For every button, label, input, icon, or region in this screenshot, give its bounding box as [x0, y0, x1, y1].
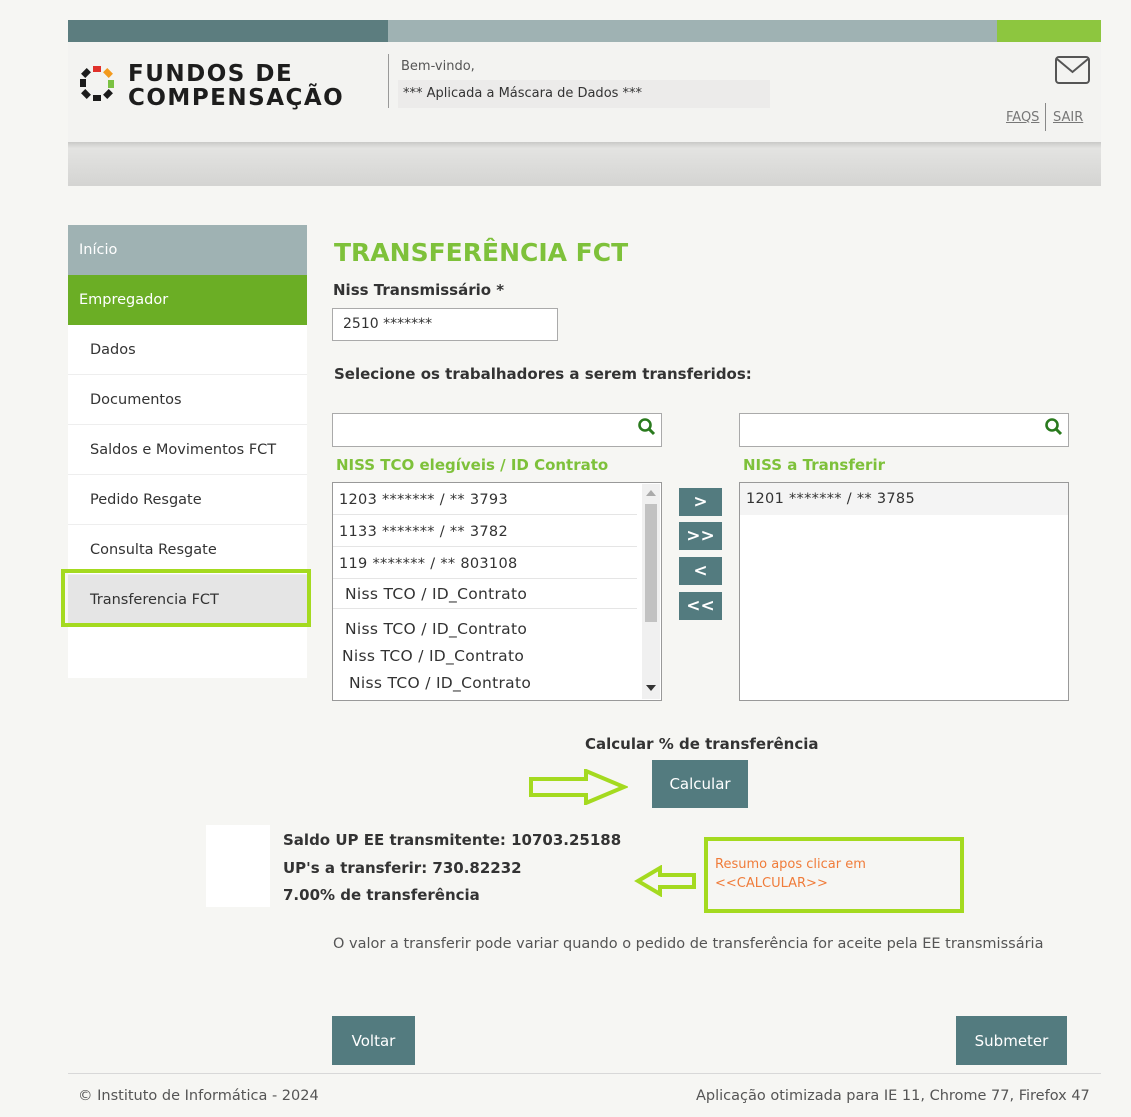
sidebar-item-consulta-resgate[interactable]: Consulta Resgate: [68, 525, 307, 575]
search-input-transfer[interactable]: [739, 413, 1069, 447]
saldo-text: Saldo UP EE transmitente: 10703.25188: [283, 831, 622, 849]
logo-text: FUNDOS DE COMPENSAÇÃO: [128, 62, 344, 110]
list-item[interactable]: Niss TCO / ID_Contrato: [333, 614, 637, 644]
sidebar-item-label: Saldos e Movimentos FCT: [90, 441, 277, 458]
ups-text: UP's a transferir: 730.82232: [283, 859, 522, 877]
sidebar-item-label: Pedido Resgate: [90, 491, 202, 508]
sidebar-fill: [68, 623, 307, 678]
list-item[interactable]: 119 ******* / ** 803108: [333, 549, 637, 579]
annotation-text: Resumo apos clicar em <<CALCULAR>>: [715, 855, 866, 893]
move-all-right-button[interactable]: >>: [679, 522, 722, 550]
header-link-separator: [1045, 103, 1046, 131]
header-band: [68, 142, 1101, 186]
sidebar-item-label: Documentos: [90, 391, 182, 408]
top-color-bar: [68, 20, 1101, 42]
back-button[interactable]: Voltar: [332, 1016, 415, 1065]
list-item[interactable]: Niss TCO / ID_Contrato: [333, 668, 637, 698]
annotation-line1: Resumo apos clicar em: [715, 857, 866, 872]
sidebar-item-label: Consulta Resgate: [90, 541, 217, 558]
list-item[interactable]: Niss TCO / ID_Contrato: [333, 579, 637, 609]
list-scrollbar[interactable]: [642, 484, 660, 699]
calculate-label: Calcular % de transferência: [585, 735, 819, 753]
footer-divider: [68, 1073, 1101, 1074]
logo-line1: FUNDOS DE: [128, 61, 294, 87]
select-workers-label: Selecione os trabalhadores a serem trans…: [334, 365, 752, 383]
search-input-eligible[interactable]: [332, 413, 662, 447]
calculate-button[interactable]: Calcular: [652, 760, 748, 808]
sidebar-item-saldos[interactable]: Saldos e Movimentos FCT: [68, 425, 307, 475]
list-item[interactable]: 1133 ******* / ** 3782: [333, 517, 637, 547]
welcome-text: Bem-vindo,: [401, 59, 475, 74]
copyright-text: © Instituto de Informática - 2024: [78, 1088, 319, 1104]
sidebar-item-label: Início: [79, 242, 118, 258]
browser-support-text: Aplicação otimizada para IE 11, Chrome 7…: [696, 1088, 1090, 1104]
niss-input[interactable]: 2510 *******: [332, 308, 558, 341]
info-text: O valor a transferir pode variar quando …: [333, 936, 1044, 952]
submit-button[interactable]: Submeter: [956, 1016, 1067, 1065]
list-item[interactable]: Niss TCO / ID_Contrato: [333, 641, 637, 671]
arrow-left-icon: [634, 865, 696, 897]
search-icon[interactable]: [637, 417, 657, 437]
sidebar-item-label: Empregador: [79, 292, 169, 308]
move-all-left-button[interactable]: <<: [679, 592, 722, 620]
sidebar-item-pedido-resgate[interactable]: Pedido Resgate: [68, 475, 307, 525]
search-icon[interactable]: [1044, 417, 1064, 437]
transfer-list[interactable]: 1201 ******* / ** 3785: [739, 482, 1069, 701]
sidebar-item-dados[interactable]: Dados: [68, 325, 307, 375]
eligible-list[interactable]: 1203 ******* / ** 3793 1133 ******* / **…: [332, 482, 662, 701]
eligible-list-header: NISS TCO elegíveis / ID Contrato: [336, 456, 609, 474]
list-item[interactable]: 1201 ******* / ** 3785: [740, 483, 1068, 515]
arrow-right-icon: [529, 769, 628, 805]
scroll-thumb[interactable]: [645, 504, 657, 622]
highlight-box-sidebar: [61, 569, 311, 627]
sidebar-item-empregador[interactable]: Empregador: [68, 275, 307, 325]
sidebar-item-inicio[interactable]: Início: [68, 225, 307, 275]
scroll-down-icon[interactable]: [646, 685, 656, 691]
move-left-button[interactable]: <: [679, 557, 722, 585]
niss-label: Niss Transmissário *: [333, 281, 505, 299]
list-item[interactable]: 1203 ******* / ** 3793: [333, 485, 637, 515]
scroll-up-icon[interactable]: [646, 490, 656, 496]
mail-icon[interactable]: [1055, 56, 1090, 84]
annotation-line2: <<CALCULAR>>: [715, 876, 828, 891]
faqs-link[interactable]: FAQS: [1006, 110, 1039, 125]
mask-text: *** Aplicada a Máscara de Dados ***: [403, 86, 643, 101]
move-right-button[interactable]: >: [679, 488, 722, 516]
logo-line2: COMPENSAÇÃO: [128, 85, 345, 111]
logo-icon: [80, 66, 114, 101]
result-blank: [206, 825, 270, 907]
page-title: TRANSFERÊNCIA FCT: [334, 238, 629, 267]
percent-text: 7.00% de transferência: [283, 886, 480, 904]
logo-divider: [388, 54, 389, 108]
sidebar-item-label: Dados: [90, 341, 136, 358]
logout-link[interactable]: SAIR: [1053, 110, 1083, 125]
transfer-list-header: NISS a Transferir: [743, 456, 885, 474]
sidebar-item-documentos[interactable]: Documentos: [68, 375, 307, 425]
